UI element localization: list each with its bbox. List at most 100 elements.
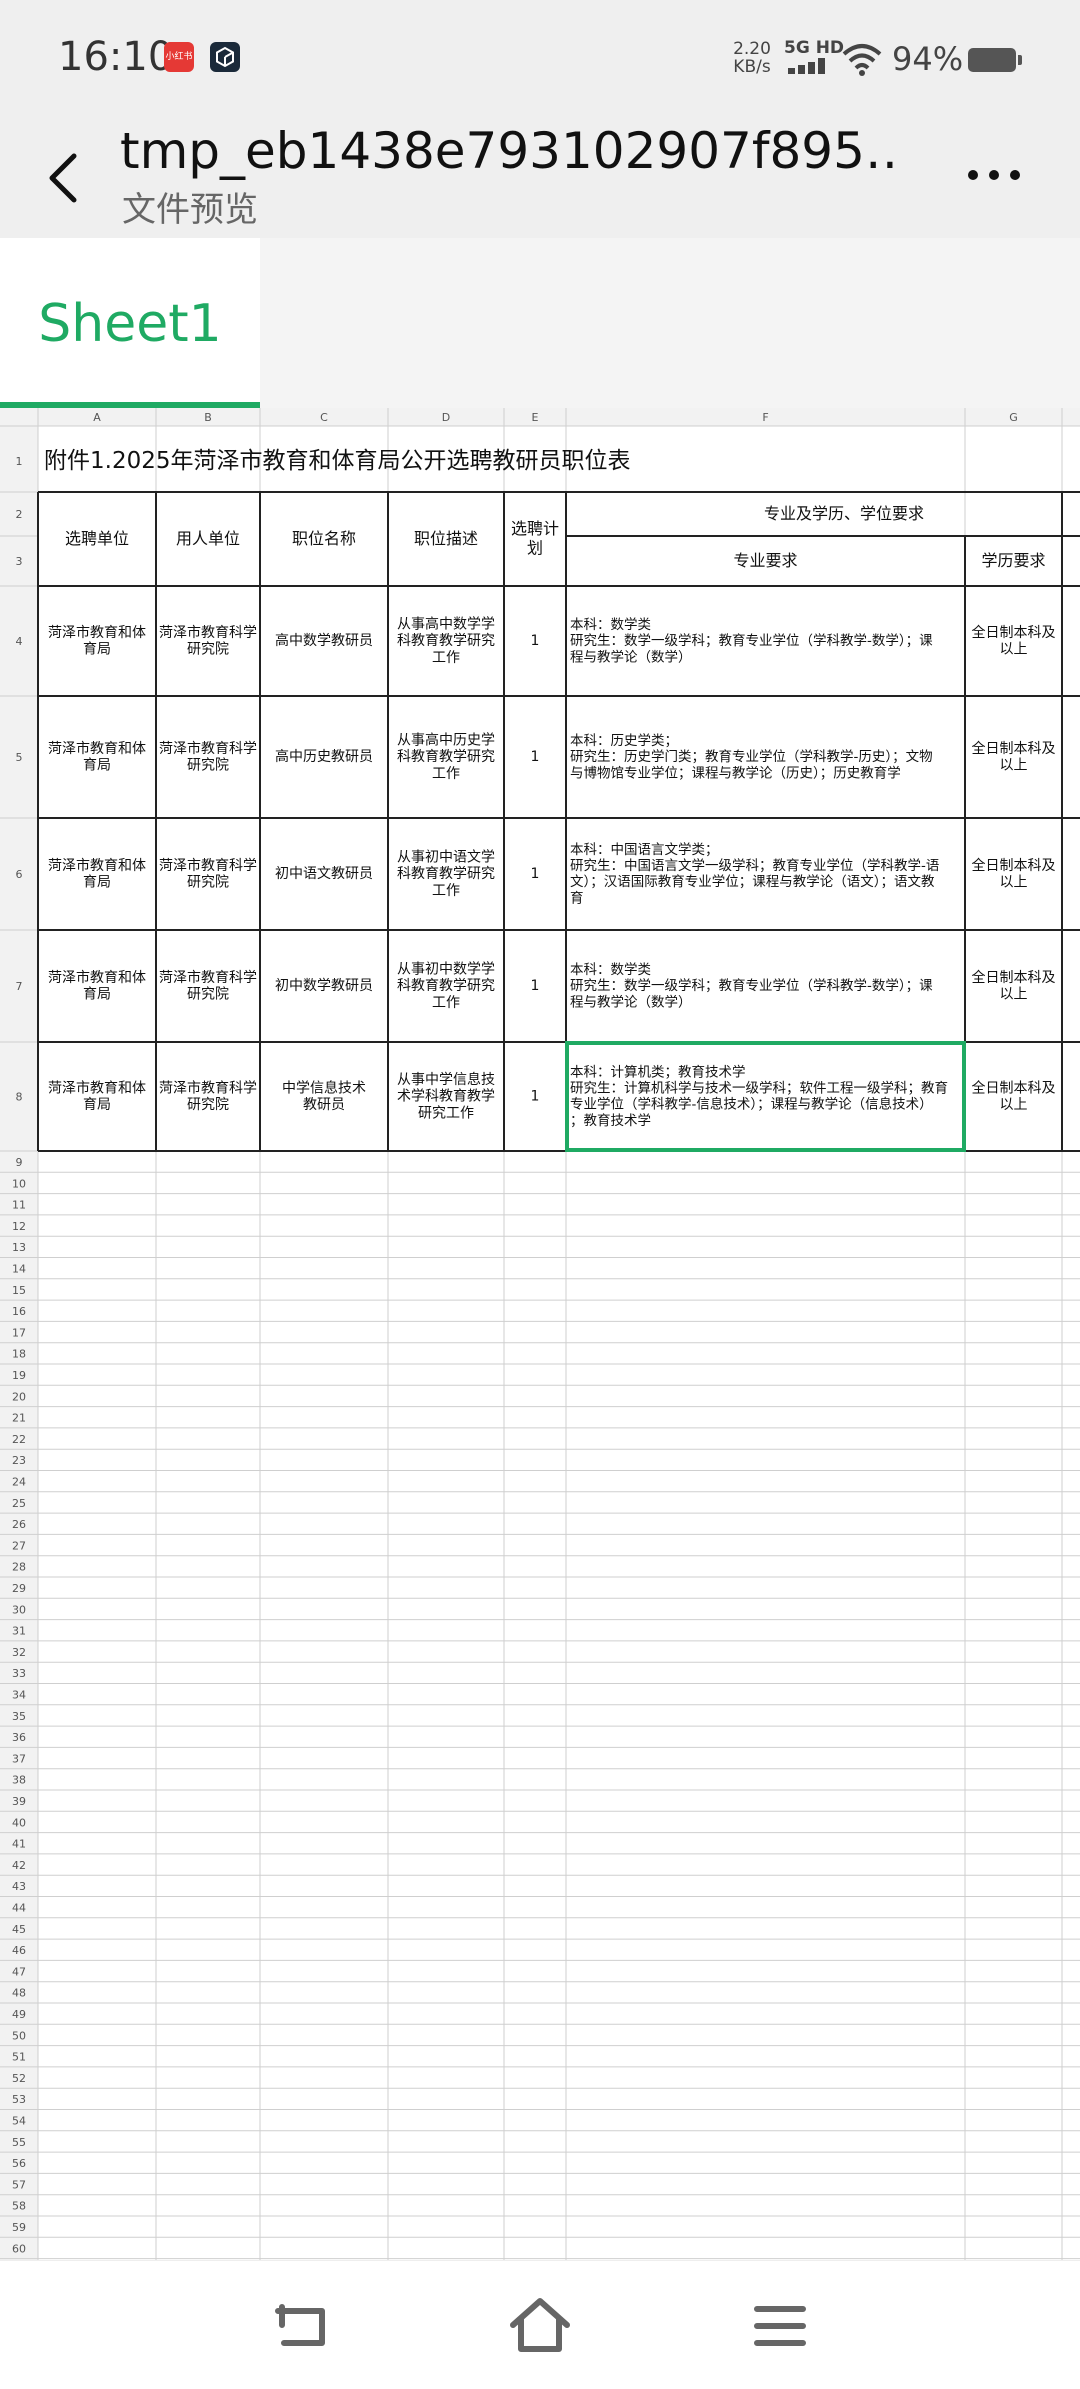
- cell-unit: 菏泽市教育和体: [48, 1079, 146, 1096]
- row-header-3[interactable]: 3: [16, 555, 23, 568]
- row-header-10[interactable]: 10: [12, 1177, 26, 1190]
- row-header-36[interactable]: 36: [12, 1731, 26, 1744]
- battery-icon: [968, 48, 1022, 72]
- row-header-11[interactable]: 11: [12, 1199, 26, 1212]
- row-header-55[interactable]: 55: [12, 2136, 26, 2149]
- column-header-e[interactable]: E: [532, 411, 539, 424]
- row-header-59[interactable]: 59: [12, 2221, 26, 2234]
- row-header-19[interactable]: 19: [12, 1369, 26, 1382]
- row-header-26[interactable]: 26: [12, 1518, 26, 1531]
- header-cell: 学历要求: [981, 551, 1045, 570]
- cell-unit: 育局: [83, 642, 111, 658]
- cell-employer: 菏泽市教育科学: [159, 1079, 257, 1096]
- row-header-53[interactable]: 53: [12, 2093, 26, 2106]
- column-header-g[interactable]: G: [1009, 411, 1018, 424]
- row-header-58[interactable]: 58: [12, 2200, 26, 2213]
- menu-nav-icon[interactable]: [745, 2291, 815, 2361]
- battery-percent: 94%: [892, 40, 964, 78]
- cell-employer: 研究院: [187, 758, 229, 774]
- row-header-35[interactable]: 35: [12, 1710, 26, 1723]
- row-header-15[interactable]: 15: [12, 1284, 26, 1297]
- row-header-25[interactable]: 25: [12, 1497, 26, 1510]
- row-header-1[interactable]: 1: [16, 455, 23, 468]
- cell-major: 研究生：计算机科学与技术一级学科；软件工程一级学科；教育: [570, 1080, 948, 1096]
- row-header-18[interactable]: 18: [12, 1348, 26, 1361]
- cell-description: 研究工作: [418, 1106, 474, 1122]
- row-header-38[interactable]: 38: [12, 1774, 26, 1787]
- row-header-48[interactable]: 48: [12, 1987, 26, 2000]
- cell-position: 高中数学教研员: [275, 632, 373, 649]
- cell-education: 全日制本科及: [972, 1079, 1056, 1096]
- cell-plan: 1: [531, 633, 540, 649]
- row-header-49[interactable]: 49: [12, 2008, 26, 2021]
- row-header-32[interactable]: 32: [12, 1646, 26, 1659]
- row-header-57[interactable]: 57: [12, 2178, 26, 2191]
- row-header-12[interactable]: 12: [12, 1220, 26, 1233]
- cell-employer: 菏泽市教育科学: [159, 969, 257, 986]
- row-header-5[interactable]: 5: [16, 751, 23, 764]
- row-header-50[interactable]: 50: [12, 2029, 26, 2042]
- row-header-24[interactable]: 24: [12, 1476, 26, 1489]
- row-header-30[interactable]: 30: [12, 1603, 26, 1616]
- cell-education: 以上: [1000, 875, 1028, 891]
- more-dots-icon[interactable]: [964, 150, 1024, 200]
- row-header-8[interactable]: 8: [16, 1091, 23, 1104]
- cell-education: 全日制本科及: [972, 857, 1056, 874]
- column-header-c[interactable]: C: [320, 411, 328, 424]
- row-header-37[interactable]: 37: [12, 1752, 26, 1765]
- row-header-27[interactable]: 27: [12, 1539, 26, 1552]
- row-header-47[interactable]: 47: [12, 1965, 26, 1978]
- row-header-34[interactable]: 34: [12, 1689, 26, 1702]
- row-header-54[interactable]: 54: [12, 2115, 26, 2128]
- tab-sheet1[interactable]: Sheet1: [0, 238, 260, 402]
- cell-major: 育: [570, 890, 584, 906]
- row-header-2[interactable]: 2: [16, 508, 23, 521]
- row-header-17[interactable]: 17: [12, 1326, 26, 1339]
- net-speed-unit: KB/s: [733, 57, 771, 77]
- cell-major: 与博物馆专业学位；课程与教学论（历史）；历史教育学: [570, 764, 901, 781]
- row-header-39[interactable]: 39: [12, 1795, 26, 1808]
- row-header-20[interactable]: 20: [12, 1390, 26, 1403]
- row-header-33[interactable]: 33: [12, 1667, 26, 1680]
- spreadsheet-grid[interactable]: A B C D E F G910111213141516171819202122232425…: [0, 408, 1080, 2260]
- row-header-29[interactable]: 29: [12, 1582, 26, 1595]
- row-header-40[interactable]: 40: [12, 1816, 26, 1829]
- row-header-42[interactable]: 42: [12, 1859, 26, 1872]
- row-header-22[interactable]: 22: [12, 1433, 26, 1446]
- back-arrow-icon[interactable]: [38, 138, 88, 218]
- row-header-56[interactable]: 56: [12, 2157, 26, 2170]
- home-nav-icon[interactable]: [505, 2291, 575, 2361]
- row-header-41[interactable]: 41: [12, 1838, 26, 1851]
- row-header-44[interactable]: 44: [12, 1902, 26, 1915]
- row-header-28[interactable]: 28: [12, 1561, 26, 1574]
- back-nav-icon[interactable]: [266, 2291, 336, 2361]
- row-header-21[interactable]: 21: [12, 1412, 26, 1425]
- column-header-d[interactable]: D: [442, 411, 450, 424]
- row-header-52[interactable]: 52: [12, 2072, 26, 2085]
- cell-employer: 菏泽市教育科学: [159, 857, 257, 874]
- row-header-60[interactable]: 60: [12, 2242, 26, 2255]
- row-header-4[interactable]: 4: [16, 635, 23, 648]
- row-header-46[interactable]: 46: [12, 1944, 26, 1957]
- row-header-14[interactable]: 14: [12, 1263, 26, 1276]
- column-header-a[interactable]: A: [93, 411, 101, 424]
- signal-icon: [788, 58, 825, 74]
- cell-unit: 育局: [83, 987, 111, 1003]
- column-header-b[interactable]: B: [204, 411, 212, 424]
- cell-description: 工作: [432, 766, 460, 782]
- row-header-9[interactable]: 9: [16, 1156, 23, 1169]
- row-header-43[interactable]: 43: [12, 1880, 26, 1893]
- row-header-31[interactable]: 31: [12, 1625, 26, 1638]
- row-header-45[interactable]: 45: [12, 1923, 26, 1936]
- tab-sheet1-label: Sheet1: [38, 294, 222, 354]
- row-header-6[interactable]: 6: [16, 868, 23, 881]
- row-header-7[interactable]: 7: [16, 980, 23, 993]
- cell-description: 从事高中数学学: [397, 615, 495, 632]
- row-header-23[interactable]: 23: [12, 1454, 26, 1467]
- row-header-51[interactable]: 51: [12, 2051, 26, 2064]
- spreadsheet-viewport[interactable]: A B C D E F G 9 10 11 12 13 14 15 16 17 18 19 20 21 22 23 24 25…: [0, 408, 1080, 2260]
- column-header-f[interactable]: F: [762, 411, 768, 424]
- row-header-13[interactable]: 13: [12, 1241, 26, 1254]
- header-cell: 用人单位: [176, 529, 240, 548]
- row-header-16[interactable]: 16: [12, 1305, 26, 1318]
